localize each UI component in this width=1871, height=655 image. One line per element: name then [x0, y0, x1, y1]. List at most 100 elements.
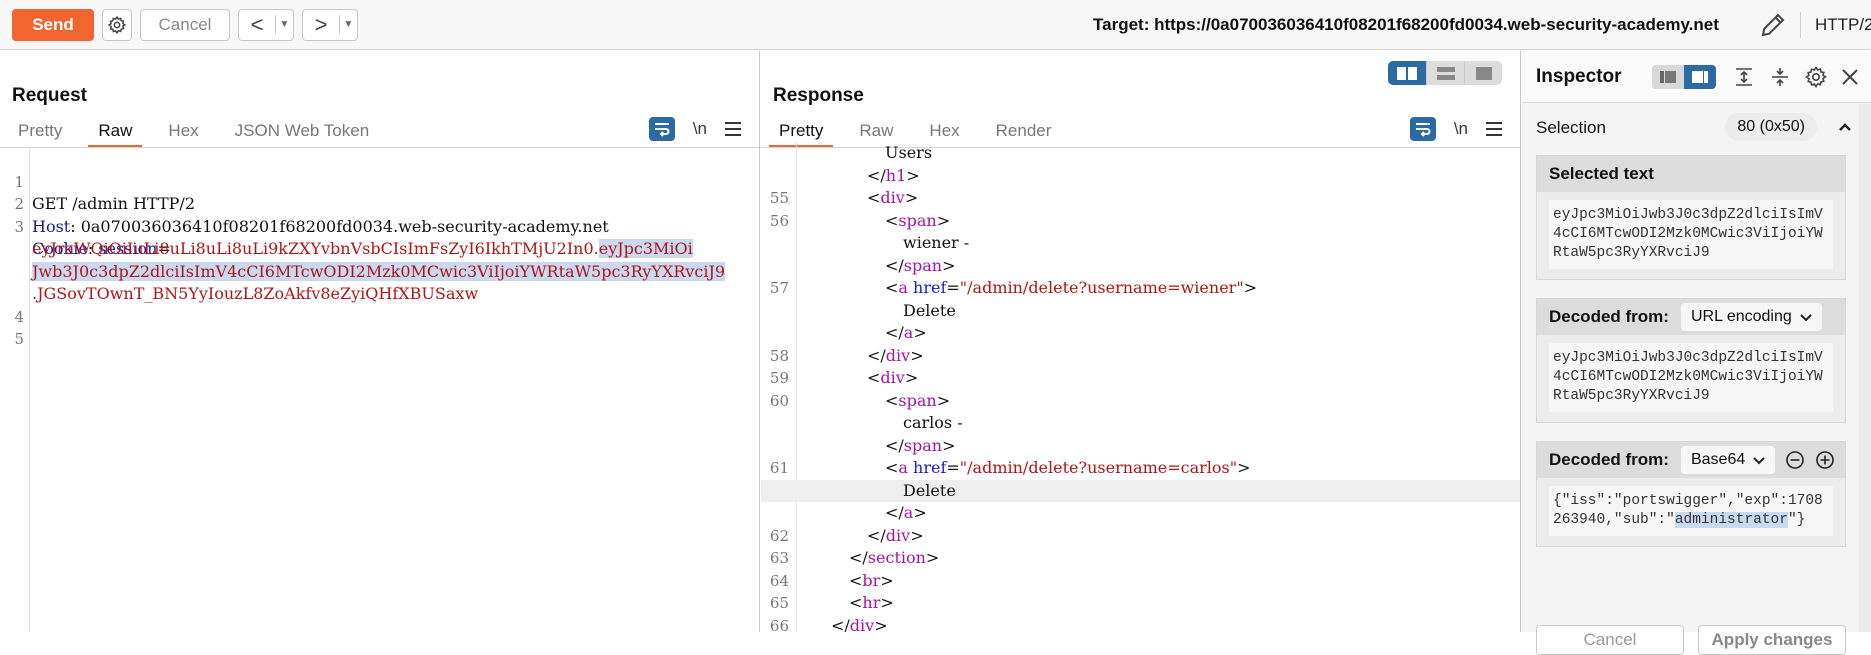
settings-button[interactable]: [102, 8, 132, 41]
request-tab-hex[interactable]: Hex: [158, 117, 208, 147]
add-layer-icon[interactable]: [1815, 450, 1835, 470]
encoding-dropdown[interactable]: URL encoding: [1680, 303, 1822, 331]
request-tabs: Pretty Raw Hex JSON Web Token: [8, 117, 395, 148]
request-tab-pretty[interactable]: Pretty: [8, 117, 72, 147]
newline-toggle[interactable]: \n: [1454, 119, 1468, 139]
columns-icon: [1397, 66, 1417, 80]
inspector-cancel-button[interactable]: Cancel: [1536, 625, 1684, 655]
response-line: </a>: [761, 502, 1520, 525]
inspector-settings-button[interactable]: [1804, 65, 1828, 89]
protocol-label[interactable]: HTTP/2: [1815, 0, 1871, 50]
menu-icon[interactable]: [1486, 122, 1502, 136]
layout-side-by-side-button[interactable]: [1388, 61, 1426, 85]
collapse-all-button[interactable]: [1768, 65, 1792, 89]
send-button[interactable]: Send: [12, 8, 94, 41]
line-number: 58: [769, 346, 789, 365]
line-number: 5: [14, 330, 24, 348]
response-line-text: Delete: [903, 300, 956, 320]
decoded-url-value[interactable]: eyJpc3MiOiJwb3J0c3dpZ2dlciIsImV4cCI6MTcw…: [1549, 343, 1833, 412]
back-dropdown-icon[interactable]: ▼: [275, 14, 293, 35]
response-line: Delete: [761, 479, 1520, 502]
forward-dropdown-icon[interactable]: ▼: [339, 14, 357, 35]
response-line: 60 <span>: [761, 390, 1520, 413]
response-line: 55 <div>: [761, 187, 1520, 210]
chevron-up-icon[interactable]: [1837, 119, 1853, 135]
word-wrap-toggle[interactable]: [648, 117, 675, 141]
response-line-text: carlos -: [903, 413, 963, 432]
request-line-4: 4: [0, 283, 759, 326]
response-line: Users: [761, 142, 1520, 165]
response-line-text: <div>: [867, 368, 919, 387]
dock-right-button[interactable]: [1684, 65, 1716, 89]
request-line-3-wrap-1: eyJraWQiOiIuLi8uLi8uLi8uLi9kZXYvbnVsbCIs…: [0, 216, 759, 258]
selected-text-value[interactable]: eyJpc3MiOiJwb3J0c3dpZ2dlciIsImV4cCI6MTcw…: [1549, 200, 1833, 269]
request-line-5: 5: [0, 306, 759, 348]
toolbar-divider: [1800, 12, 1801, 38]
encoding-dropdown[interactable]: Base64: [1680, 446, 1776, 474]
encoding-value: URL encoding: [1690, 308, 1792, 325]
dock-left-button[interactable]: [1652, 65, 1684, 89]
selection-row[interactable]: Selection 80 (0x50): [1536, 113, 1857, 143]
line-number: 62: [769, 526, 789, 545]
response-line-text: </a>: [885, 323, 927, 342]
expand-all-button[interactable]: [1732, 65, 1756, 89]
forward-button[interactable]: > ▼: [302, 8, 358, 41]
response-line: 58 </div>: [761, 345, 1520, 368]
encoding-value: Base64: [1690, 451, 1746, 468]
response-line: 62 </div>: [761, 525, 1520, 548]
apply-changes-button[interactable]: Apply changes: [1698, 625, 1846, 655]
decoded-json-selected[interactable]: administrator: [1674, 512, 1788, 528]
back-button[interactable]: < ▼: [238, 8, 294, 41]
response-line-text: <div>: [867, 188, 919, 207]
line-number: 60: [769, 391, 789, 410]
response-line-text: <span>: [885, 390, 951, 410]
line-number: 66: [769, 616, 789, 633]
line-number: 57: [769, 279, 789, 297]
newline-toggle[interactable]: \n: [693, 119, 707, 139]
request-line-2: 2 Host: 0a070036036410f08201f68200fd0034…: [0, 171, 759, 236]
request-editor[interactable]: 1 GET /admin HTTP/2 2 Host: 0a0700360364…: [0, 148, 759, 632]
layout-stacked-button[interactable]: [1426, 61, 1464, 85]
response-line: 56 <span>: [761, 210, 1520, 233]
request-line-3: 3 Cookie: session=: [0, 193, 759, 259]
response-line: 63 </section>: [761, 547, 1520, 570]
response-line-text: </span>: [885, 435, 956, 455]
remove-layer-icon[interactable]: [1785, 450, 1805, 470]
word-wrap-toggle[interactable]: [1409, 117, 1436, 141]
menu-icon[interactable]: [725, 122, 741, 136]
selected-text-label: Selected text: [1537, 156, 1845, 192]
close-inspector-button[interactable]: [1838, 65, 1862, 89]
chevron-right-icon: >: [314, 11, 328, 37]
selection-label: Selection: [1536, 118, 1606, 137]
request-tab-jwt[interactable]: JSON Web Token: [225, 117, 380, 147]
chevron-left-icon: <: [250, 11, 264, 37]
response-tools: \n: [1409, 117, 1502, 141]
line-number: 63: [769, 549, 789, 567]
dock-left-icon: [1660, 71, 1676, 83]
inspector-scrollbar[interactable]: [1859, 104, 1871, 632]
response-line-text: </div>: [867, 345, 924, 365]
layout-single-button[interactable]: [1464, 61, 1502, 85]
edit-target-button[interactable]: [1758, 10, 1788, 40]
response-line: </h1>: [761, 165, 1520, 188]
rows-icon: [1436, 66, 1455, 80]
decoded-from-label: Decoded from:: [1549, 450, 1669, 469]
response-line: </a>: [761, 322, 1520, 345]
decoded-base64-value[interactable]: {"iss":"portswigger","exp":1708263940,"s…: [1549, 486, 1833, 536]
gear-icon: [107, 15, 127, 34]
close-icon: [1842, 69, 1858, 85]
single-pane-icon: [1475, 66, 1492, 80]
decoded-json-text: "}: [1787, 512, 1806, 528]
decoded-base64-section: Decoded from: Base64 {"iss":"portswigger…: [1536, 441, 1846, 547]
request-tab-raw[interactable]: Raw: [88, 117, 143, 148]
response-editor[interactable]: Users </h1> 55 <div> 56 <span> wiener - </span>…: [761, 142, 1520, 632]
top-toolbar: Send Cancel < ▼ > ▼ Target: https://0a07…: [0, 0, 1871, 50]
response-line: 64 <br>: [761, 570, 1520, 593]
gear-icon: [1805, 66, 1827, 88]
response-line: 65 <hr>: [761, 592, 1520, 615]
response-panel: Response Pretty Raw Hex Render \n Users <…: [761, 51, 1521, 632]
pencil-icon: [1761, 13, 1785, 37]
request-tools: \n: [648, 117, 741, 141]
response-line-text: Delete: [903, 480, 956, 500]
cancel-button[interactable]: Cancel: [140, 8, 230, 41]
